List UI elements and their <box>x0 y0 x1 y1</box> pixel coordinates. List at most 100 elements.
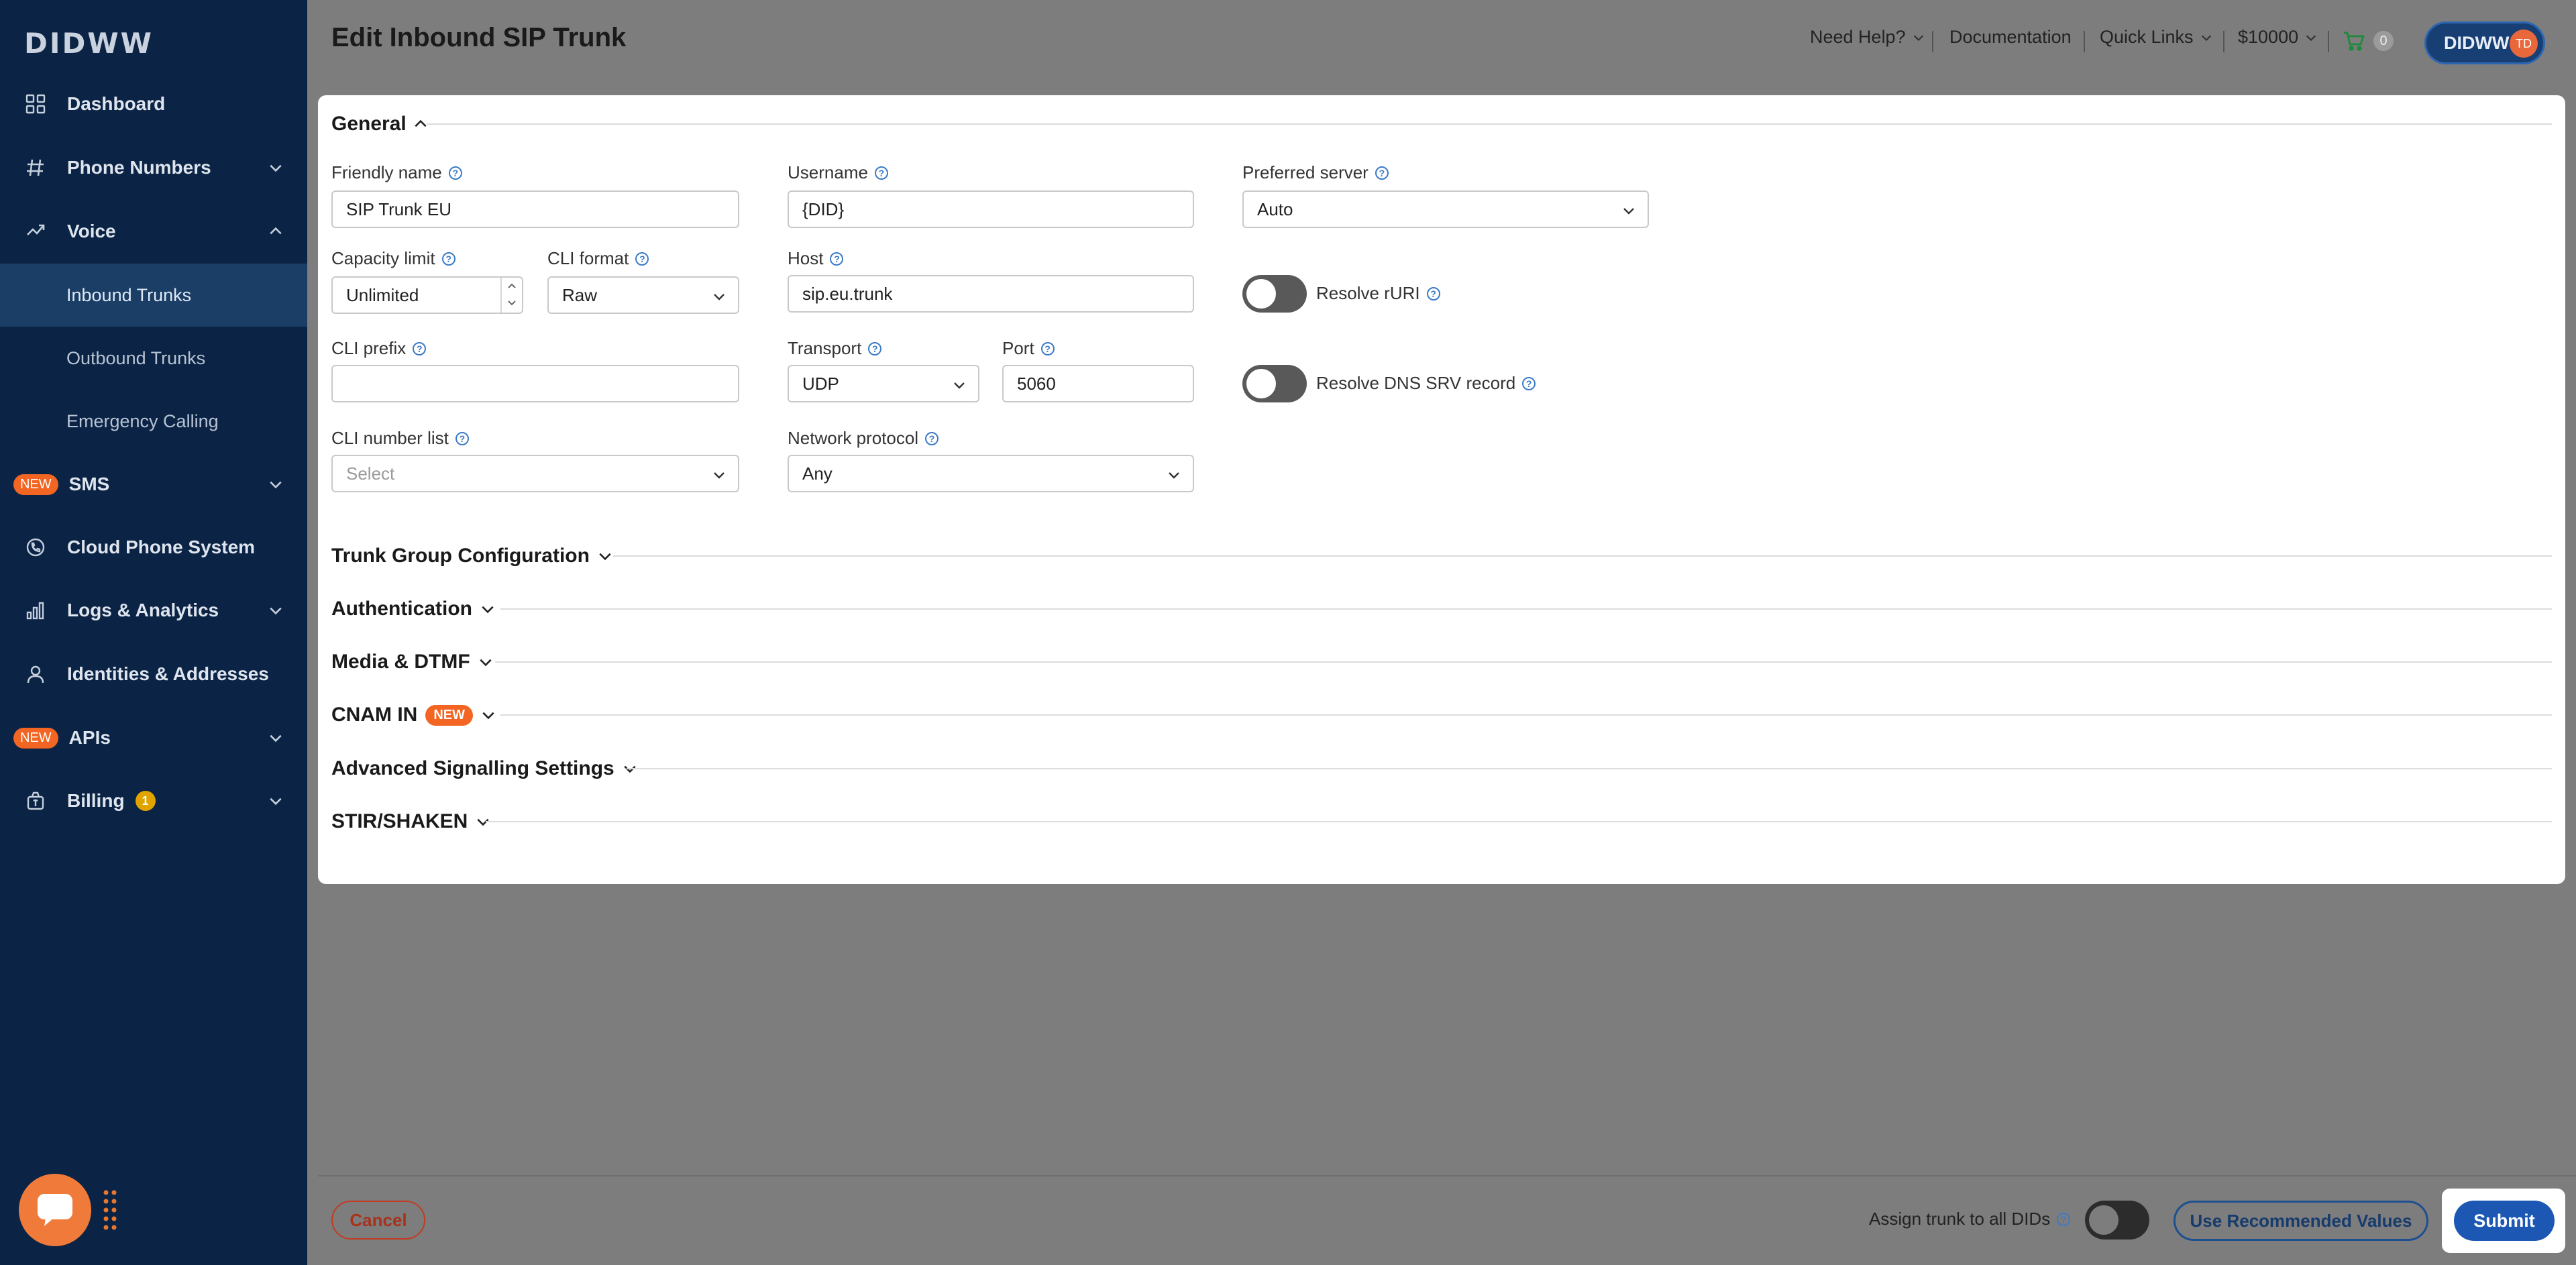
chevron-down-icon <box>482 606 494 614</box>
sidebar-item-emergency-calling[interactable]: Emergency Calling <box>0 390 307 453</box>
submit-button[interactable]: Submit <box>2454 1201 2555 1241</box>
chevron-down-icon <box>954 382 965 389</box>
port-label: Port? <box>1002 338 1055 359</box>
chat-bubble-icon <box>38 1194 72 1226</box>
network-protocol-select[interactable]: Any <box>788 455 1194 492</box>
help-icon[interactable]: ? <box>455 431 469 445</box>
chevron-down-icon <box>714 294 724 300</box>
resolve-dns-toggle[interactable] <box>1242 365 1307 402</box>
help-icon[interactable]: ? <box>925 431 939 445</box>
friendly-name-input[interactable]: SIP Trunk EU <box>331 190 739 228</box>
sidebar-item-label: Emergency Calling <box>66 410 219 431</box>
grid-icon <box>24 93 47 115</box>
field-value: Raw <box>562 284 598 305</box>
sidebar-item-label: Voice <box>67 221 116 241</box>
sidebar-item-dashboard[interactable]: Dashboard <box>0 72 307 135</box>
friendly-name-label: Friendly name? <box>331 162 462 183</box>
divider <box>2084 31 2085 52</box>
cancel-button[interactable]: Cancel <box>331 1201 425 1240</box>
money-bag-icon <box>24 789 47 812</box>
field-value: Unlimited <box>346 284 419 305</box>
section-general-toggle[interactable]: General <box>331 113 428 135</box>
field-value: {DID} <box>802 199 845 219</box>
username-input[interactable]: {DID} <box>788 190 1194 228</box>
help-icon[interactable]: ? <box>830 252 844 266</box>
section-media-dtmf-toggle[interactable]: Media & DTMF <box>331 651 493 673</box>
help-icon[interactable]: ? <box>441 252 455 266</box>
capacity-limit-stepper[interactable]: Unlimited <box>331 276 523 314</box>
sidebar-item-inbound-trunks[interactable]: Inbound Trunks <box>0 264 307 327</box>
help-icon[interactable]: ? <box>413 341 427 355</box>
drag-handle-icon[interactable] <box>102 1189 118 1231</box>
help-icon[interactable]: ? <box>2057 1212 2071 1226</box>
documentation-label: Documentation <box>1949 27 2072 47</box>
quick-links-menu[interactable]: Quick Links <box>2100 27 2212 48</box>
resolve-ruri-toggle[interactable] <box>1242 275 1307 313</box>
cli-number-list-select[interactable]: Select <box>331 455 739 492</box>
host-input[interactable]: sip.eu.trunk <box>788 275 1194 313</box>
section-title: Authentication <box>331 598 472 620</box>
section-trunk-group-toggle[interactable]: Trunk Group Configuration <box>331 545 612 567</box>
sidebar-item-apis[interactable]: NEW APIs <box>0 706 307 769</box>
footer-divider <box>318 1175 2576 1176</box>
section-divider <box>486 821 2552 822</box>
section-authentication-toggle[interactable]: Authentication <box>331 598 495 620</box>
help-icon[interactable]: ? <box>874 166 888 180</box>
cart-button[interactable]: 0 <box>2343 31 2394 51</box>
preferred-server-select[interactable]: Auto <box>1242 190 1649 228</box>
cli-format-select[interactable]: Raw <box>547 276 739 314</box>
voice-icon <box>24 220 47 243</box>
transport-label: Transport? <box>788 338 882 359</box>
help-icon[interactable]: ? <box>1426 286 1440 300</box>
billing-count-badge: 1 <box>135 791 156 811</box>
chevron-down-icon <box>270 798 282 806</box>
balance-menu[interactable]: $10000 <box>2238 27 2317 48</box>
need-help-menu[interactable]: Need Help? <box>1810 27 1925 48</box>
divider <box>1932 31 1933 52</box>
quick-links-label: Quick Links <box>2100 27 2194 47</box>
bar-chart-icon <box>24 599 47 622</box>
account-menu-button[interactable]: DIDWW TD <box>2424 21 2545 64</box>
chat-button[interactable] <box>19 1174 91 1246</box>
stepper-down-icon[interactable] <box>506 299 517 307</box>
assign-all-dids-label: Assign trunk to all DIDs? <box>1869 1209 2071 1229</box>
port-input[interactable]: 5060 <box>1002 365 1194 402</box>
stepper-up-icon[interactable] <box>506 282 517 290</box>
documentation-link[interactable]: Documentation <box>1949 27 2072 48</box>
field-value: SIP Trunk EU <box>346 199 452 219</box>
sidebar-item-billing[interactable]: Billing 1 <box>0 769 307 832</box>
sidebar-item-voice[interactable]: Voice <box>0 200 307 263</box>
help-icon[interactable]: ? <box>448 166 462 180</box>
sidebar-item-identities-addresses[interactable]: Identities & Addresses <box>0 643 307 706</box>
sidebar-item-logs-analytics[interactable]: Logs & Analytics <box>0 579 307 642</box>
chevron-up-icon <box>270 227 282 235</box>
chevron-down-icon <box>1913 35 1923 41</box>
balance-label: $10000 <box>2238 27 2299 47</box>
sidebar-item-sms[interactable]: NEW SMS <box>0 453 307 516</box>
help-icon[interactable]: ? <box>1375 166 1389 180</box>
help-icon[interactable]: ? <box>1522 376 1536 390</box>
chevron-down-icon <box>2306 35 2316 41</box>
assign-all-dids-toggle[interactable] <box>2085 1201 2149 1240</box>
need-help-label: Need Help? <box>1810 27 1906 47</box>
sidebar-item-phone-numbers[interactable]: Phone Numbers <box>0 136 307 199</box>
stepper-controls[interactable] <box>500 278 522 313</box>
chevron-up-icon <box>415 119 427 127</box>
help-icon[interactable]: ? <box>868 341 882 355</box>
field-value: sip.eu.trunk <box>802 283 893 304</box>
section-advanced-signalling-toggle[interactable]: Advanced Signalling Settings <box>331 757 637 780</box>
section-divider <box>500 714 2552 716</box>
sidebar-item-outbound-trunks[interactable]: Outbound Trunks <box>0 327 307 390</box>
help-icon[interactable]: ? <box>1040 341 1055 355</box>
section-cnam-in-toggle[interactable]: CNAM IN NEW <box>331 704 496 726</box>
section-stir-shaken-toggle[interactable]: STIR/SHAKEN <box>331 810 490 833</box>
submit-highlight: Submit <box>2442 1189 2565 1253</box>
help-icon[interactable]: ? <box>635 252 649 266</box>
sidebar-item-cloud-phone-system[interactable]: Cloud Phone System <box>0 516 307 579</box>
sidebar-item-label: Logs & Analytics <box>67 600 219 620</box>
transport-select[interactable]: UDP <box>788 365 979 402</box>
sidebar-item-label: Outbound Trunks <box>66 347 206 368</box>
cli-prefix-input[interactable] <box>331 365 739 402</box>
chevron-down-icon <box>270 164 282 172</box>
use-recommended-values-button[interactable]: Use Recommended Values <box>2174 1201 2428 1241</box>
